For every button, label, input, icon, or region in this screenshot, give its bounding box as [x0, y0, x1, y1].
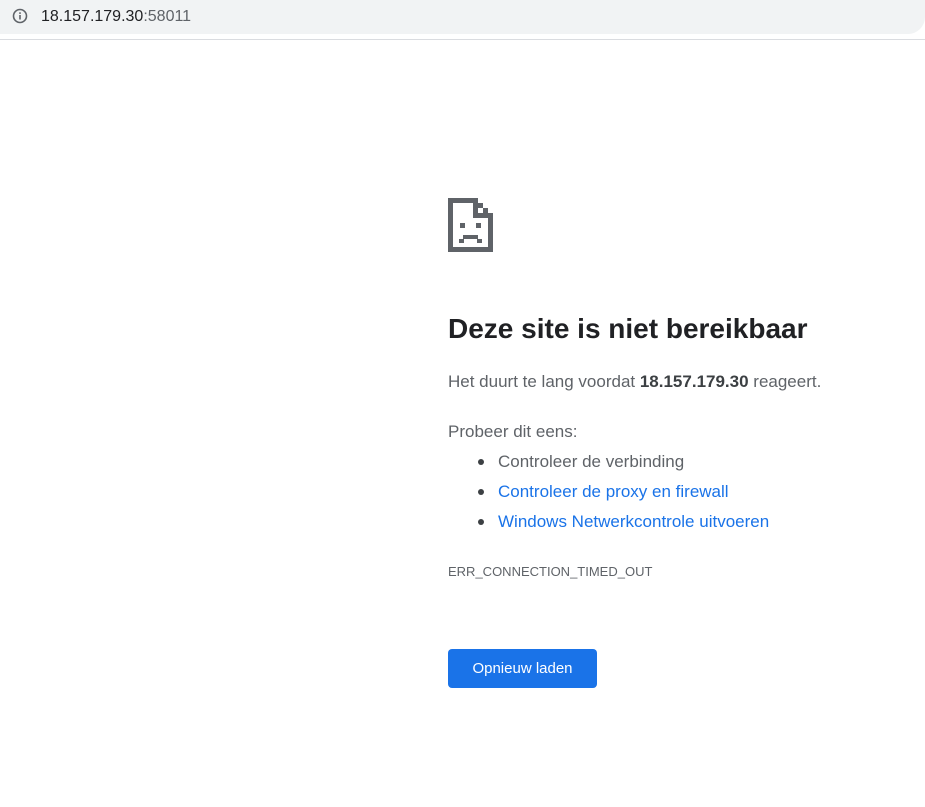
- suggestions-heading: Probeer dit eens:: [448, 422, 578, 441]
- summary-host: 18.157.179.30: [639, 372, 749, 391]
- summary-suffix: reageert.: [748, 372, 822, 391]
- reload-button[interactable]: Opnieuw laden: [448, 649, 597, 688]
- suggestions-list: Controleer de verbinding Controleer de p…: [448, 450, 769, 540]
- sad-page-icon: [448, 198, 493, 252]
- list-item: Controleer de proxy en firewall: [448, 480, 769, 510]
- url-host: 18.157.179.30: [41, 8, 144, 25]
- error-summary: Het duurt te lang voordat 18.157.179.30 …: [448, 370, 821, 394]
- url-text[interactable]: 18.157.179.30:58011: [41, 7, 191, 27]
- summary-prefix: Het duurt te lang voordat: [448, 372, 640, 391]
- info-icon[interactable]: [12, 8, 28, 24]
- suggestion-check-connection: Controleer de verbinding: [498, 452, 685, 471]
- list-item: Controleer de verbinding: [448, 450, 769, 480]
- page-title: Deze site is niet bereikbaar: [448, 313, 808, 344]
- address-bar[interactable]: 18.157.179.30:58011: [0, 0, 925, 34]
- toolbar-divider: [0, 39, 925, 40]
- error-code: ERR_CONNECTION_TIMED_OUT: [448, 564, 653, 579]
- suggestion-proxy-firewall-link[interactable]: Controleer de proxy en firewall: [498, 482, 729, 501]
- suggestion-network-diagnostics-link[interactable]: Windows Netwerkcontrole uitvoeren: [498, 512, 769, 531]
- url-port: :58011: [143, 8, 192, 25]
- list-item: Windows Netwerkcontrole uitvoeren: [448, 510, 769, 540]
